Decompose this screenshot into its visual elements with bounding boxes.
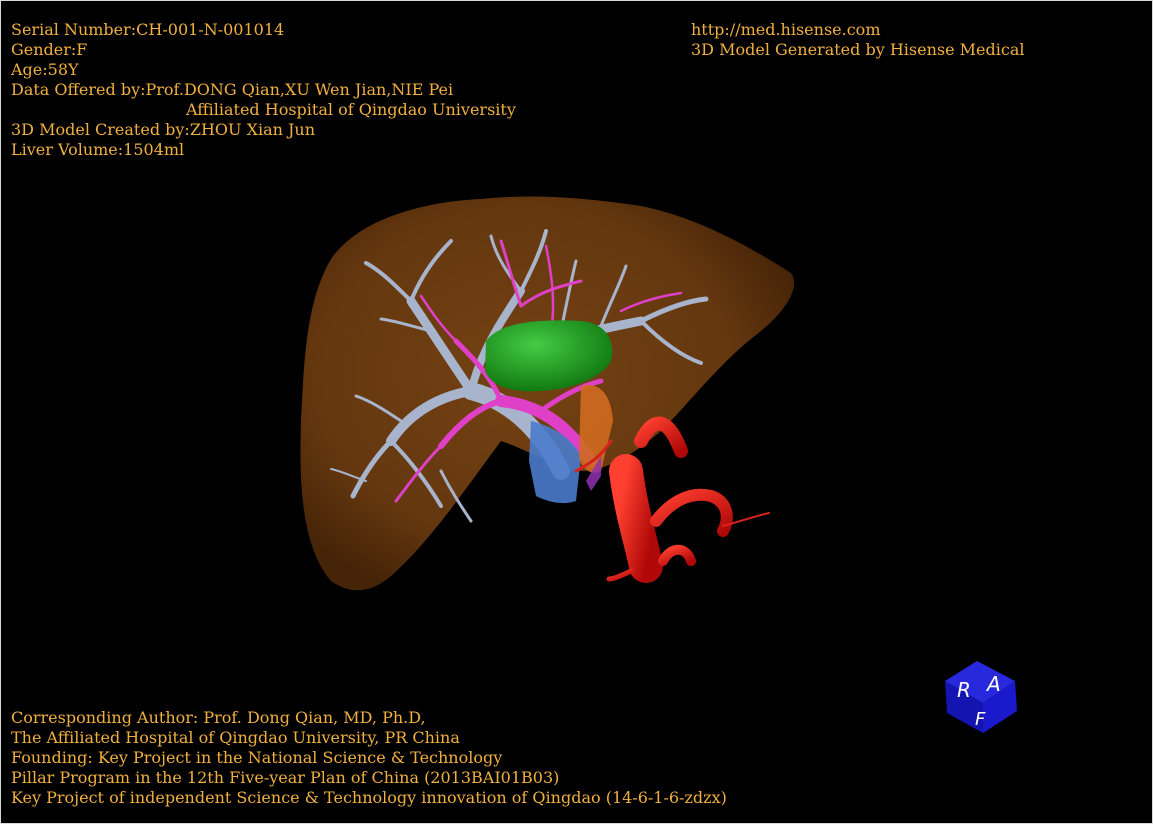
orientation-cube[interactable]: R A F <box>937 651 1023 737</box>
cube-label-f: F <box>975 709 986 730</box>
3d-viewport[interactable]: Serial Number:CH-001-N-001014 Gender:F A… <box>0 0 1153 824</box>
funding-line-3: Key Project of independent Science & Tec… <box>11 788 727 807</box>
funding-line-2: Pillar Program in the 12th Five-year Pla… <box>11 768 560 787</box>
cube-label-a: A <box>985 672 1001 696</box>
cube-label-r: R <box>957 678 971 702</box>
affiliation: The Affiliated Hospital of Qingdao Unive… <box>11 728 460 747</box>
funding-line-1: Founding: Key Project in the National Sc… <box>11 748 503 767</box>
corresponding-author: Corresponding Author: Prof. Dong Qian, M… <box>11 708 426 727</box>
credits-panel: Corresponding Author: Prof. Dong Qian, M… <box>11 708 727 808</box>
